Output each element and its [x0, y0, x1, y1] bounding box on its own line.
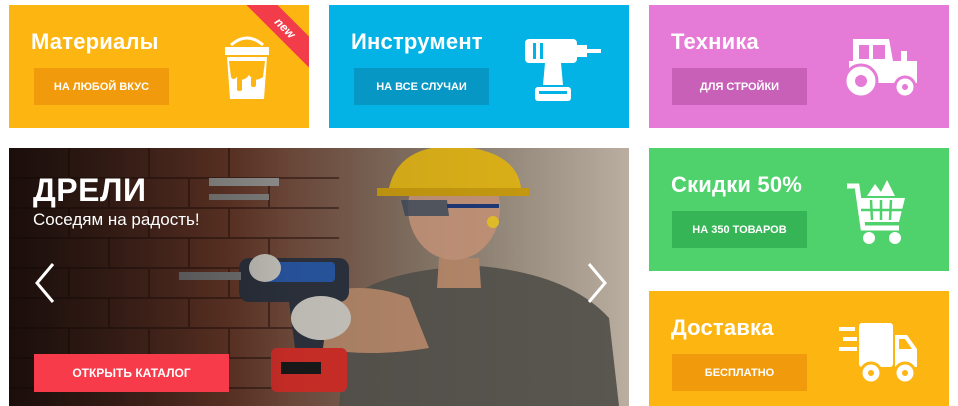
delivery-button[interactable]: БЕСПЛАТНО [672, 354, 807, 391]
tile-discount[interactable]: Скидки 50% НА 350 ТОВАРОВ [649, 148, 949, 271]
paint-bucket-icon [225, 36, 269, 99]
hero-slider: ДРЕЛИ Соседям на радость! ОТКРЫТЬ КАТАЛО… [9, 148, 629, 406]
tile-materials[interactable]: new Материалы НА ЛЮБОЙ ВКУС [9, 5, 309, 128]
chevron-left-icon[interactable] [33, 262, 57, 304]
materials-button[interactable]: НА ЛЮБОЙ ВКУС [34, 68, 169, 105]
tile-discount-title: Скидки 50% [671, 172, 803, 197]
drill-icon [525, 39, 601, 101]
tech-button[interactable]: ДЛЯ СТРОЙКИ [672, 68, 807, 105]
tile-tech[interactable]: Техника ДЛЯ СТРОЙКИ [649, 5, 949, 128]
tractor-icon [843, 39, 917, 99]
tile-tech-title: Техника [671, 29, 759, 54]
tile-tools-title: Инструмент [351, 29, 483, 54]
tools-button[interactable]: НА ВСЕ СЛУЧАИ [354, 68, 489, 105]
hero-title: ДРЕЛИ [33, 172, 147, 208]
hero-subtitle: Соседям на радость! [33, 210, 200, 229]
tile-delivery[interactable]: Доставка БЕСПЛАТНО [649, 291, 949, 406]
chevron-right-icon[interactable] [585, 262, 609, 304]
delivery-truck-icon [839, 323, 917, 385]
discount-button[interactable]: НА 350 ТОВАРОВ [672, 211, 807, 248]
tile-tools[interactable]: Инструмент НА ВСЕ СЛУЧАИ [329, 5, 629, 128]
tile-delivery-title: Доставка [671, 315, 774, 340]
open-catalog-button[interactable]: ОТКРЫТЬ КАТАЛОГ [34, 354, 229, 392]
shopping-cart-icon [847, 180, 905, 244]
tile-materials-title: Материалы [31, 29, 159, 54]
